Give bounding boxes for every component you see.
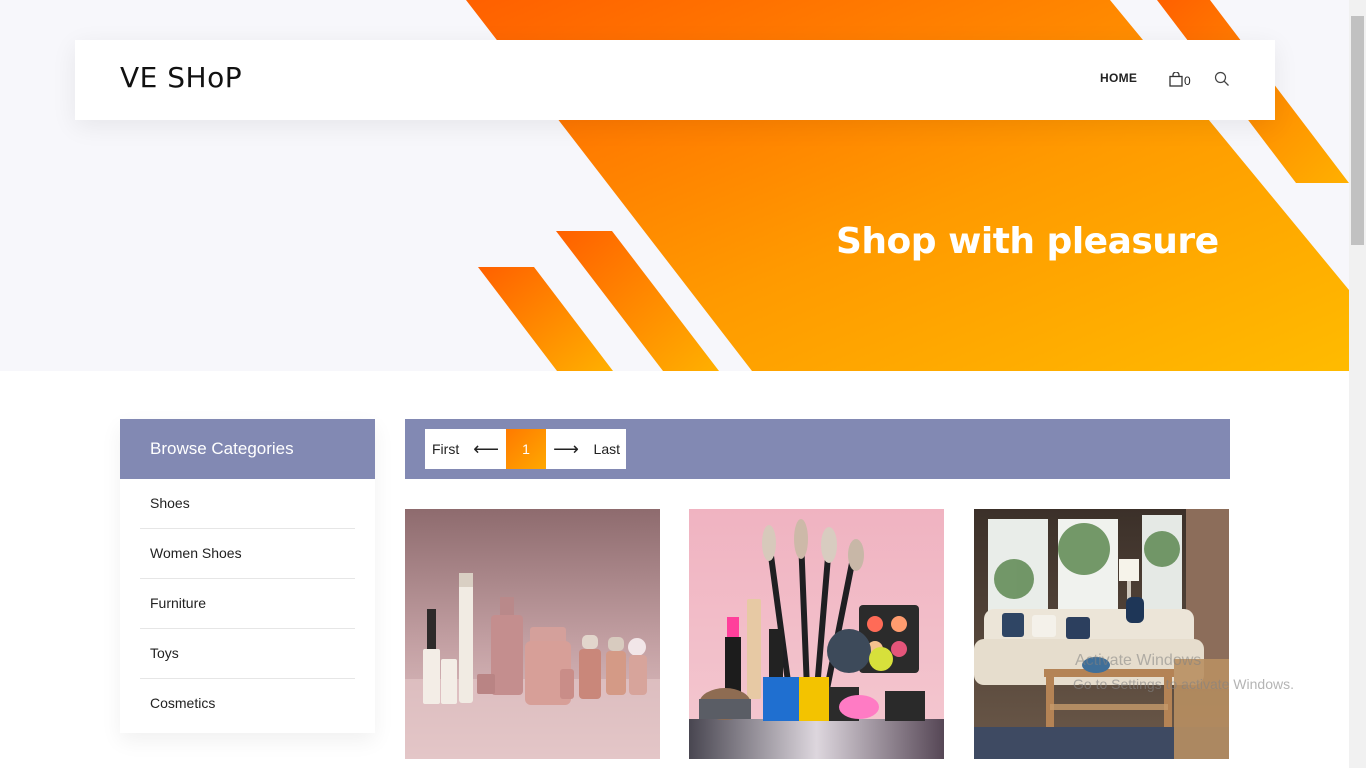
first-page-button[interactable]: First <box>425 429 466 469</box>
navbar: VE SHoP HOME 0 <box>75 40 1275 120</box>
search-button[interactable] <box>1214 71 1230 87</box>
cart-icon <box>1169 72 1183 87</box>
product-image-living-room[interactable] <box>974 509 1229 759</box>
makeup-brushes-image <box>689 509 944 759</box>
sidebar-header: Browse Categories <box>120 419 375 479</box>
product-image-cosmetics-bottles[interactable] <box>405 509 660 759</box>
category-item-women-shoes[interactable]: Women Shoes <box>140 529 355 579</box>
sidebar-title: Browse Categories <box>150 439 294 458</box>
activate-windows-title: Activate Windows <box>1075 652 1202 669</box>
pagination: First ⟵ 1 ⟶ Last <box>425 429 626 469</box>
category-item-shoes[interactable]: Shoes <box>140 479 355 529</box>
cosmetics-bottles-image <box>405 509 660 759</box>
next-arrow-icon[interactable]: ⟶ <box>546 429 586 469</box>
current-page-button[interactable]: 1 <box>506 429 546 469</box>
category-list: Shoes Women Shoes Furniture Toys Cosmeti… <box>140 479 355 729</box>
living-room-image <box>974 509 1229 759</box>
category-sidebar: Browse Categories Shoes Women Shoes Furn… <box>120 419 375 733</box>
category-item-cosmetics[interactable]: Cosmetics <box>140 679 355 729</box>
nav-home-link[interactable]: HOME <box>1100 71 1137 85</box>
pagination-bar: First ⟵ 1 ⟶ Last <box>405 419 1230 479</box>
product-image-makeup-brushes[interactable] <box>689 509 944 759</box>
category-item-furniture[interactable]: Furniture <box>140 579 355 629</box>
activate-windows-text: Go to Settings to activate Windows. <box>1073 676 1294 692</box>
cart-count: 0 <box>1184 74 1191 88</box>
scrollbar-thumb[interactable] <box>1351 16 1364 245</box>
hero-title: Shop with pleasure <box>836 221 1219 262</box>
page-scrollbar[interactable] <box>1349 0 1366 768</box>
last-page-button[interactable]: Last <box>586 429 626 469</box>
category-item-toys[interactable]: Toys <box>140 629 355 679</box>
search-icon <box>1214 71 1229 86</box>
brand-logo[interactable]: VE SHoP <box>120 58 242 98</box>
prev-arrow-icon[interactable]: ⟵ <box>466 429 506 469</box>
hero-stripe-left <box>478 267 613 371</box>
